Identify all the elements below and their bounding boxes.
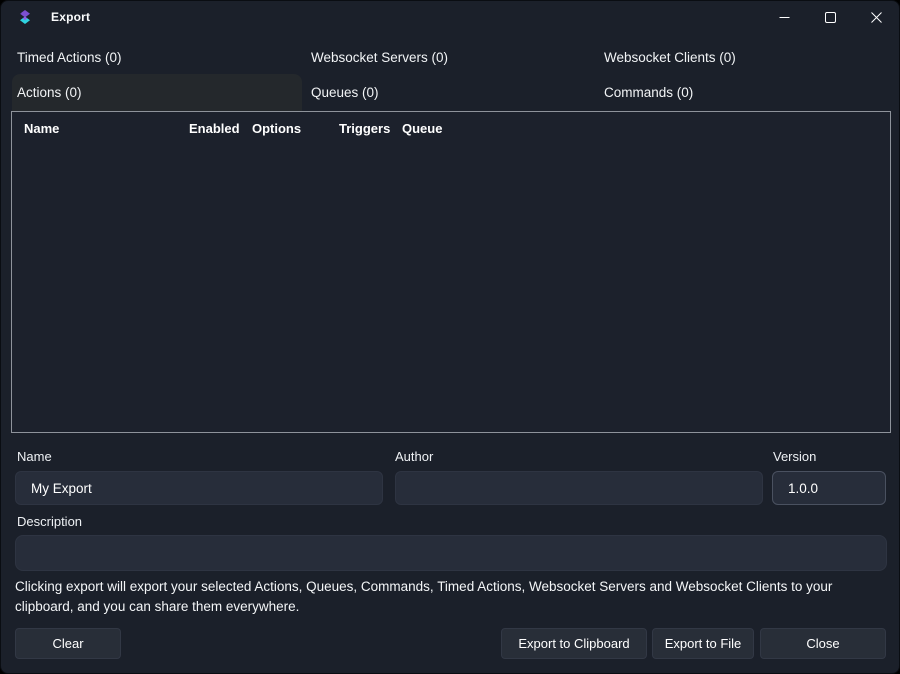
tab-actions[interactable]: Actions (0)	[12, 74, 302, 111]
close-icon	[871, 12, 882, 23]
export-dialog: Export Timed Actions (0) Websocket Serve…	[0, 0, 900, 674]
window-controls	[761, 1, 899, 33]
titlebar[interactable]: Export	[1, 1, 899, 33]
tab-websocket-clients[interactable]: Websocket Clients (0)	[594, 41, 891, 73]
version-label: Version	[773, 449, 816, 464]
export-help-text: Clicking export will export your selecte…	[15, 577, 887, 617]
author-input[interactable]	[395, 471, 763, 505]
window-title: Export	[51, 1, 90, 33]
column-header-triggers: Triggers	[339, 121, 402, 136]
tab-websocket-servers[interactable]: Websocket Servers (0)	[300, 41, 594, 73]
maximize-button[interactable]	[807, 1, 853, 33]
clear-button[interactable]: Clear	[15, 628, 121, 659]
minimize-button[interactable]	[761, 1, 807, 33]
export-to-clipboard-button[interactable]: Export to Clipboard	[501, 628, 647, 659]
column-header-queue: Queue	[402, 121, 890, 136]
close-dialog-button[interactable]: Close	[760, 628, 886, 659]
maximize-icon	[825, 12, 836, 23]
version-input[interactable]	[772, 471, 886, 505]
table-header: Name Enabled Options Triggers Queue	[12, 112, 890, 136]
column-header-name: Name	[24, 121, 189, 136]
column-header-options: Options	[252, 121, 339, 136]
close-button[interactable]	[853, 1, 899, 33]
minimize-icon	[779, 12, 790, 23]
author-label: Author	[395, 449, 433, 464]
description-input[interactable]	[15, 535, 887, 571]
tab-queues[interactable]: Queues (0)	[300, 74, 594, 111]
name-label: Name	[17, 449, 52, 464]
description-label: Description	[17, 514, 82, 529]
export-to-file-button[interactable]: Export to File	[652, 628, 754, 659]
actions-table: Name Enabled Options Triggers Queue	[11, 111, 891, 433]
app-logo-icon	[17, 9, 33, 25]
tab-timed-actions[interactable]: Timed Actions (0)	[1, 41, 300, 73]
tab-commands[interactable]: Commands (0)	[594, 74, 891, 111]
column-header-enabled: Enabled	[189, 121, 252, 136]
name-input[interactable]	[15, 471, 383, 505]
